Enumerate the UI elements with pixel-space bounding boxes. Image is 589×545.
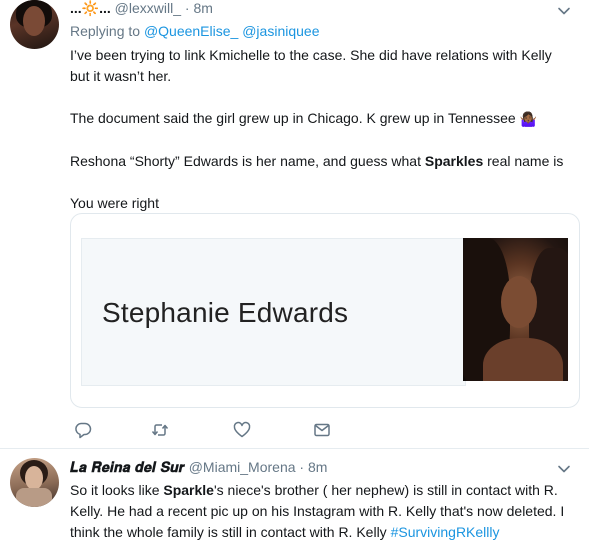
chevron-down-icon[interactable] [557,4,571,18]
avatar[interactable] [10,458,59,507]
retweet-icon[interactable] [150,420,170,440]
display-name[interactable]: 𝑳𝒂 𝑹𝒆𝒊𝒏𝒂 𝒅𝒆𝒍 𝑺𝒖𝒓 [70,460,185,476]
like-icon[interactable] [232,420,252,440]
shrug-emoji-icon: 🤷🏾‍♀️ [519,110,537,127]
tweet-paragraph: I’ve been trying to link Kmichelle to th… [70,47,552,84]
separator: · [299,459,305,475]
replying-to: Replying to @QueenElise_ @jasiniquee [70,23,319,39]
card-name-text: Stephanie Edwards [102,297,349,328]
bold-text: Sparkles [424,152,484,169]
tweet-text: I’ve been trying to link Kmichelle to th… [70,45,575,214]
tweet-paragraph: The document said the girl grew up in Ch… [70,108,575,130]
tweet-paragraph: You were right [70,194,159,211]
tweet-1[interactable]: ...🔆... @lexxwill_ · 8m Replying to @Que… [0,0,589,448]
portrait-photo [463,238,568,381]
tweet-actions [70,420,370,440]
user-handle[interactable]: @lexxwill_ [115,0,181,16]
tweet-text: So it looks like Sparkle's niece's broth… [70,480,575,543]
bold-text: Sparkle [163,482,214,498]
timestamp[interactable]: 8m [308,459,327,475]
timestamp[interactable]: 8m [193,0,212,16]
display-name[interactable]: ...🔆... [70,0,111,16]
user-handle[interactable]: @Miami_Morena [189,459,296,475]
avatar[interactable] [10,0,59,49]
card-image: Stephanie Edwards [81,238,466,386]
tweet-header: 𝑳𝒂 𝑹𝒆𝒊𝒏𝒂 𝒅𝒆𝒍 𝑺𝒖𝒓 @Miami_Morena · 8m [70,459,327,476]
tweet-header: ...🔆... @lexxwill_ · 8m [70,0,213,17]
dm-icon[interactable] [312,420,332,440]
reply-icon[interactable] [73,420,93,440]
separator: · [184,0,190,16]
hashtag-link[interactable]: #SurvivingRKellly [391,524,500,540]
mention-link[interactable]: @jasiniquee [242,23,319,39]
tweet-paragraph: Reshona “Shorty” Edwards is her name, an… [70,152,564,169]
chevron-down-icon[interactable] [557,462,571,476]
tweet-paragraph: So it looks like Sparkle's niece's broth… [70,482,565,540]
mention-link[interactable]: @QueenElise_ [144,23,238,39]
replying-to-label: Replying to [70,23,141,39]
media-card[interactable]: Stephanie Edwards [70,213,580,408]
